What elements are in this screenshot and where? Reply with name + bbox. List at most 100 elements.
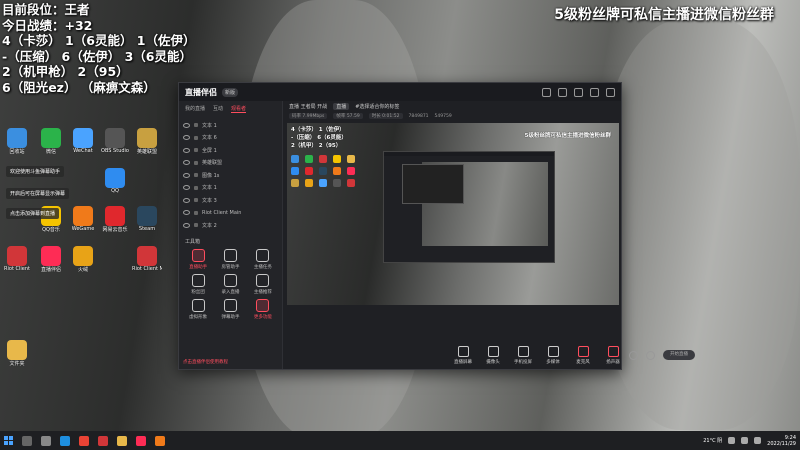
window-titlebar[interactable]: 直播伴侣 新版 xyxy=(179,83,621,101)
bell-icon[interactable] xyxy=(574,87,583,97)
source-label: 麦克风 xyxy=(576,359,590,365)
tab-my-live[interactable]: 我的直播 xyxy=(185,105,205,113)
overlay-line: 6（阻光ez） （麻痹文森） xyxy=(2,79,156,95)
source-type-icon xyxy=(194,160,198,165)
edge-icon[interactable] xyxy=(60,435,70,446)
stream-info-bar: 直播 王者局 开战 直播 #选择适合你的标签 xyxy=(283,101,621,111)
desktop-icon[interactable]: WeGame xyxy=(68,206,98,232)
eye-icon[interactable] xyxy=(183,172,190,178)
input-method-icon[interactable] xyxy=(754,437,762,444)
settings-icon[interactable] xyxy=(558,87,567,97)
source-button[interactable]: 多媒体 xyxy=(539,345,567,365)
scene-item[interactable]: 全屏 1 xyxy=(183,144,278,157)
search-icon[interactable] xyxy=(22,435,32,446)
desktop-icon-label: 微信 xyxy=(45,149,56,155)
desktop-icon[interactable]: Riot Client xyxy=(2,246,32,272)
source-icon xyxy=(547,345,559,357)
desktop-icon[interactable]: 微信 xyxy=(36,128,66,155)
desktop-icon[interactable]: 回收站 xyxy=(2,128,32,155)
eye-icon[interactable] xyxy=(183,197,190,203)
eye-icon[interactable] xyxy=(183,147,190,153)
toolbox-item[interactable]: 虚拟形象 xyxy=(183,298,213,320)
desktop-icon[interactable]: 英雄联盟 xyxy=(132,128,162,155)
clock[interactable]: 9:24 2022/11/29 xyxy=(767,435,796,447)
settings-icon[interactable] xyxy=(646,350,655,360)
close-icon[interactable] xyxy=(606,87,615,97)
toolbox-item[interactable]: 录入直播 xyxy=(215,273,245,295)
eye-icon[interactable] xyxy=(183,210,190,216)
wegame-taskbar-icon[interactable] xyxy=(155,435,165,446)
desktop-icon-label: Riot Client Main xyxy=(132,266,162,272)
toolbox-item[interactable]: 房管助手 xyxy=(215,248,245,270)
gift-icon[interactable] xyxy=(542,87,551,97)
eye-icon[interactable] xyxy=(183,135,190,141)
desktop-icon-label: WeChat xyxy=(73,148,93,154)
toast-notification[interactable]: 欢迎使用斗鱼弹幕助手 xyxy=(6,166,65,177)
desktop-icon[interactable]: 文件夹 xyxy=(2,340,32,367)
scene-item[interactable]: 英雄联盟 xyxy=(183,157,278,170)
desktop-icon[interactable]: OBS Studio xyxy=(100,128,130,154)
category-tag[interactable]: 直播 xyxy=(333,102,350,110)
desktop-icon-label: Riot Client xyxy=(4,266,30,272)
source-icon xyxy=(487,345,499,357)
wifi-icon[interactable] xyxy=(728,437,736,444)
tutorial-link[interactable]: 点击直播伴侣使用教程 xyxy=(183,359,228,365)
source-button[interactable]: 摄像头 xyxy=(479,345,507,365)
scene-list: 文本 1 文本 6 全屏 1 英雄联盟 图像 1s 文本 1 文本 3 Riot Client… xyxy=(179,117,282,234)
eye-icon[interactable] xyxy=(183,122,190,128)
stream-title[interactable]: 直播 王者局 开战 xyxy=(289,103,327,110)
toast-notification[interactable]: 开启后可在屏幕显示弹幕 xyxy=(6,188,70,199)
source-button[interactable]: 直播屏幕 xyxy=(449,345,477,365)
stream-preview[interactable]: 4（卡莎） 1（佐伊） -（压缩） 6（6灵能） 2（机甲） 2（95） 5级粉… xyxy=(287,123,619,305)
desktop-icon[interactable]: 火绒 xyxy=(68,246,98,273)
scene-label: 全屏 1 xyxy=(202,147,217,154)
live-companion-taskbar-icon[interactable] xyxy=(136,435,146,446)
scene-item[interactable]: 文本 3 xyxy=(183,194,278,207)
app-logo: 直播伴侣 xyxy=(185,87,217,97)
desktop-icon[interactable]: WeChat xyxy=(68,128,98,154)
record-icon[interactable] xyxy=(629,350,638,360)
source-label: 摄像头 xyxy=(486,359,500,365)
scene-item[interactable]: 文本 1 xyxy=(183,182,278,195)
folder-icon[interactable] xyxy=(117,435,127,446)
weather-widget[interactable]: 21°C 阴 xyxy=(703,437,722,444)
eye-icon[interactable] xyxy=(183,185,190,191)
scene-item[interactable]: 图像 1s xyxy=(183,169,278,182)
task-view-icon[interactable] xyxy=(41,435,51,446)
tab-interact[interactable]: 互动 xyxy=(213,105,223,113)
toolbox-item[interactable]: 直播助手 xyxy=(183,248,213,270)
source-button[interactable]: 扬声器 xyxy=(599,345,627,365)
source-button[interactable]: 麦克风 xyxy=(569,345,597,365)
topic-tag[interactable]: #选择适合你的标签 xyxy=(355,103,399,110)
source-button[interactable]: 手机投屏 xyxy=(509,345,537,365)
volume-icon[interactable] xyxy=(741,437,749,444)
scene-item[interactable]: 文本 2 xyxy=(183,219,278,232)
start-live-button[interactable]: 开始直播 xyxy=(663,350,695,360)
chrome-icon[interactable] xyxy=(79,435,89,446)
windows-start-icon[interactable] xyxy=(4,436,13,445)
scene-item[interactable]: 文本 1 xyxy=(183,119,278,132)
desktop-icon[interactable]: QQ xyxy=(100,168,130,194)
eye-icon[interactable] xyxy=(183,160,190,166)
desktop-icon[interactable]: 直播伴侣 xyxy=(36,246,66,273)
toolbox-item[interactable]: 主播任务 xyxy=(248,248,278,270)
overlay-line: 4（卡莎） 1（6灵能） 1（佐伊） xyxy=(2,33,196,48)
toolbox-item[interactable]: 更多功能 xyxy=(248,298,278,320)
minimize-icon[interactable] xyxy=(590,87,599,97)
desktop-icon[interactable]: Steam xyxy=(132,206,162,232)
toolbox-item[interactable]: 弹幕助手 xyxy=(215,298,245,320)
window-controls xyxy=(542,87,615,97)
toolbox-item[interactable]: 粉丝团 xyxy=(183,273,213,295)
desktop-icon[interactable]: Riot Client Main xyxy=(132,246,162,272)
source-label: 直播屏幕 xyxy=(454,359,472,365)
tab-viewers[interactable]: 观看者 xyxy=(231,105,247,113)
eye-icon[interactable] xyxy=(183,222,190,228)
source-buttons: 直播屏幕 摄像头 手机投屏 多媒体 麦克风 扬声器 xyxy=(449,345,627,365)
toast-notification[interactable]: 点击添加弹幕到直播 xyxy=(6,208,60,219)
riot-icon[interactable] xyxy=(98,435,108,446)
desktop-icon[interactable]: 网易云音乐 xyxy=(100,206,130,233)
scene-item[interactable]: 文本 6 xyxy=(183,132,278,145)
toolbox-item[interactable]: 主播推荐 xyxy=(248,273,278,295)
toolbox-grid: 直播助手 房管助手 主播任务粉丝团 录入直播 主播推荐虚拟形象 弹幕助手 更多功能 xyxy=(179,247,282,322)
scene-item[interactable]: Riot Client Main xyxy=(183,207,278,220)
